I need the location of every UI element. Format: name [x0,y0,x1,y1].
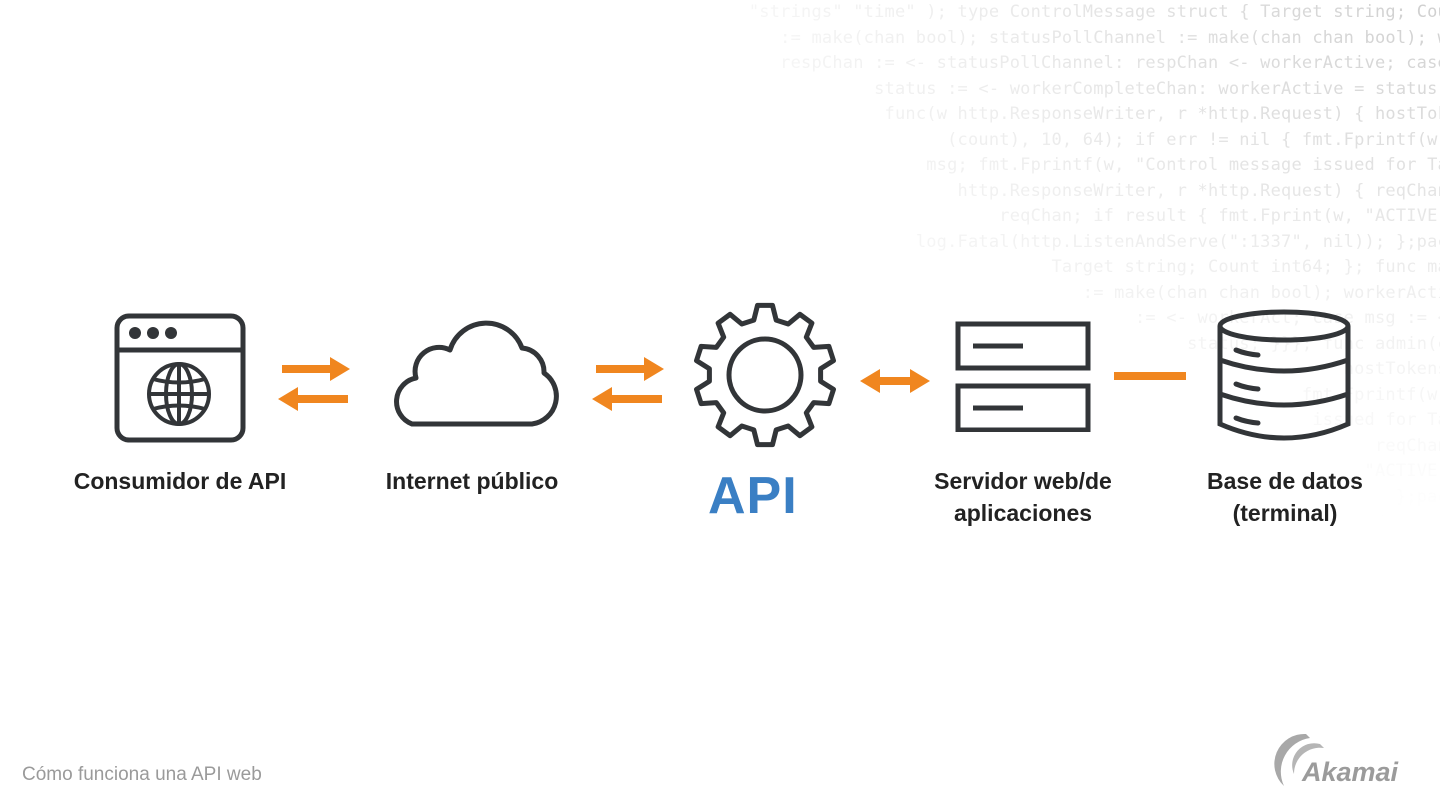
label-web-app-server: Servidor web/de aplicaciones [900,465,1146,529]
background-code-line: reqChan [1374,435,1440,456]
server-icon [955,321,1091,432]
background-code-line: "strings" "time" ); type ControlMessage … [748,2,1440,22]
background-code-line: := make(chan chan bool); workerActi [1082,282,1440,303]
label-api-consumer: Consumidor de API [40,465,320,497]
background-code-line: Target string; Count int64; }; func ma [1051,257,1440,277]
caption: Cómo funciona una API web [22,764,262,785]
gear-icon [694,302,836,448]
connection-line [1114,372,1186,380]
browser-globe-icon [114,313,246,443]
background-code-line: admin( [1385,588,1440,609]
label-line: Internet público [385,468,559,494]
background-code-line: reqChan; if result { fmt.Fprint(w, "ACTI… [999,206,1440,226]
background-code-line: (count), 10, 64); if err != nil { fmt.Fp… [947,129,1440,150]
label-line: aplicaciones [953,500,1093,526]
bidirectional-arrows-icon [278,357,350,411]
background-code-line: func(w http.ResponseWriter, r *http.Requ… [884,104,1440,124]
background-code-line: respChan := <- statusPollChannel: respCh… [780,53,1440,73]
background-code-line: := make(chan bool); statusPollChannel :=… [780,27,1440,48]
background-code-line: status := <- workerCompleteChan: workerA… [874,78,1440,99]
double-headed-arrow-icon [860,369,930,393]
label-database: Base de datos (terminal) [1175,465,1395,529]
background-code-line: msg; fmt.Fprintf(w, "Control message iss… [926,155,1440,175]
cloud-icon [394,320,559,427]
label-line: Servidor web/de [934,468,1112,494]
label-line: Base de datos [1207,468,1363,494]
label-public-internet: Internet público [340,465,604,497]
label-api: API [708,467,798,525]
background-code-line: };pac [1395,486,1440,507]
background-code-line: msg := [1385,563,1440,583]
database-icon [1217,309,1351,441]
background-code-line: http.ResponseWriter, r *http.Request) { … [957,180,1440,201]
background-code-line: log.Fatal(http.ListenAndServe(":1337", n… [915,231,1440,252]
background-code-line: workerAct [1354,537,1440,558]
background-code-line: Tok [1416,614,1440,634]
akamai-logo-text: Akamai [1302,757,1399,787]
bidirectional-arrows-icon [592,357,664,411]
label-line: Consumidor de API [73,468,287,494]
label-line: (terminal) [1232,500,1338,526]
background-code-line: hostTokens [1343,359,1440,379]
